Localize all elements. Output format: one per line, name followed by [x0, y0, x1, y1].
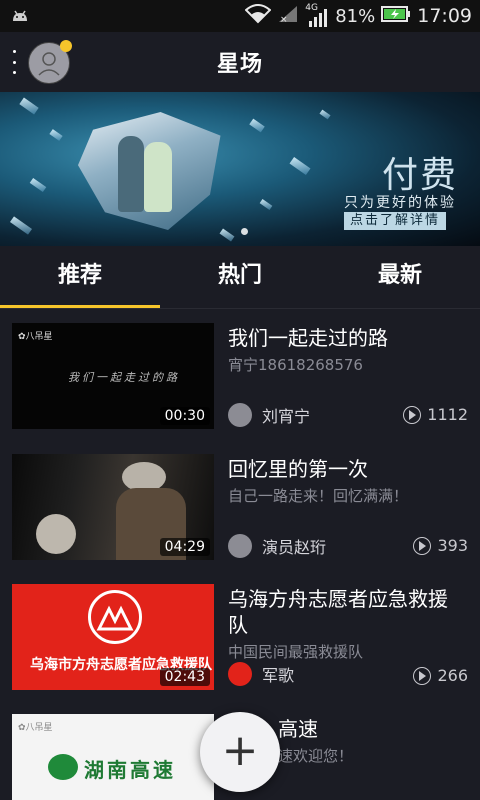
plus-icon: +	[221, 725, 259, 776]
play-count-icon	[403, 405, 422, 424]
carousel-indicator	[241, 228, 248, 235]
app-header: 星场	[0, 32, 480, 92]
video-thumbnail[interactable]: ✿八吊星 湖南高速	[12, 714, 214, 800]
video-subtitle: 中国民间最强救援队	[228, 643, 364, 661]
view-count-value: 393	[437, 536, 468, 555]
play-count-icon	[413, 536, 432, 555]
promo-banner[interactable]: 付费 只为更好的体验 点击了解详情	[0, 92, 480, 246]
video-duration: 04:29	[159, 538, 210, 556]
video-thumbnail[interactable]: 乌海市方舟志愿者应急救援队 02:43	[12, 584, 214, 690]
author-name: 刘宵宁	[262, 407, 311, 426]
video-duration: 00:30	[159, 407, 210, 425]
svg-text:×: ×	[280, 15, 288, 24]
play-count-icon	[413, 666, 432, 685]
author-avatar-icon	[228, 403, 252, 427]
battery-icon	[381, 5, 411, 27]
status-bar: × 4G 81% 17:09	[0, 0, 480, 32]
video-title: 我们一起走过的路	[228, 326, 388, 350]
battery-percent: 81%	[335, 5, 376, 27]
video-list-item[interactable]: 04:29 回忆里的第一次 自己一路走来！回忆满满！ 演员赵珩 393	[0, 454, 480, 564]
video-author[interactable]: 刘宵宁	[228, 403, 310, 427]
tab-bar: 推荐 热门 最新	[0, 246, 480, 308]
video-list-item[interactable]: 乌海市方舟志愿者应急救援队 02:43 乌海方舟志愿者应急救援队 中国民间最强救…	[0, 584, 480, 694]
video-subtitle: 自己一路走来！回忆满满！	[228, 487, 409, 505]
video-subtitle: 宵宁18618268576	[228, 356, 363, 374]
banner-cta[interactable]: 点击了解详情	[344, 212, 447, 230]
banner-figure	[144, 142, 172, 212]
signal-icon: 4G	[305, 3, 329, 27]
page-title: 星场	[216, 52, 263, 77]
view-count: 266	[413, 666, 468, 685]
video-title: 回忆里的第一次	[228, 457, 368, 481]
tab-latest[interactable]: 最新	[320, 246, 480, 308]
video-list-item[interactable]: ✿八吊星 我们一起走过的路 00:30 我们一起走过的路 宵宁186182685…	[0, 323, 480, 433]
video-author[interactable]: 演员赵珩	[228, 534, 326, 558]
banner-figure	[118, 136, 144, 212]
view-count-value: 1112	[427, 405, 468, 424]
view-count: 1112	[403, 405, 468, 424]
thumb-figure	[36, 514, 76, 554]
author-avatar-icon	[228, 662, 252, 686]
video-duration: 02:43	[159, 668, 210, 686]
clock: 17:09	[417, 5, 472, 27]
highway-logo-icon	[48, 754, 78, 780]
wifi-icon	[244, 3, 272, 29]
video-thumbnail[interactable]: 04:29	[12, 454, 214, 560]
thumb-caption: 湖南高速	[84, 758, 176, 782]
no-sim-icon: ×	[277, 4, 299, 29]
tab-recommended[interactable]: 推荐	[0, 246, 160, 308]
video-title: 乌海方舟志愿者应急救援队	[228, 587, 448, 637]
view-count: 393	[413, 536, 468, 555]
video-author[interactable]: 军歌	[228, 662, 294, 686]
author-name: 演员赵珩	[262, 538, 327, 557]
tab-hot[interactable]: 热门	[160, 246, 320, 308]
thumb-caption: 我们一起走过的路	[68, 371, 180, 384]
banner-tagline: 只为更好的体验	[344, 195, 456, 211]
view-count-value: 266	[437, 666, 468, 685]
android-icon	[10, 7, 30, 23]
add-video-button[interactable]: +	[200, 712, 280, 792]
author-name: 军歌	[262, 666, 295, 685]
org-logo-icon	[88, 590, 142, 644]
divider	[0, 308, 480, 309]
banner-headline: 付费	[382, 155, 459, 196]
author-avatar-icon	[228, 534, 252, 558]
thumb-watermark: ✿八吊星	[18, 723, 53, 733]
video-thumbnail[interactable]: ✿八吊星 我们一起走过的路 00:30	[12, 323, 214, 429]
thumb-watermark: ✿八吊星	[18, 332, 53, 342]
